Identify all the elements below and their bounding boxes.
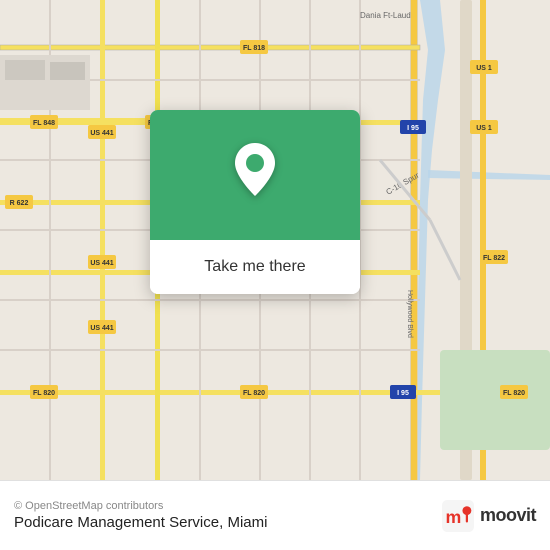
moovit-icon: m	[442, 500, 474, 532]
svg-text:FL 820: FL 820	[503, 390, 525, 397]
bottom-info: © OpenStreetMap contributors Podicare Ma…	[14, 500, 267, 531]
svg-text:R 622: R 622	[10, 200, 29, 207]
take-me-there-button[interactable]: Take me there	[166, 250, 344, 284]
svg-text:FL 820: FL 820	[33, 390, 55, 397]
map-attribution: © OpenStreetMap contributors	[14, 500, 267, 512]
card-map-area	[150, 110, 360, 240]
svg-text:I 95: I 95	[407, 125, 419, 132]
svg-text:Hollywood Blvd: Hollywood Blvd	[406, 290, 413, 338]
svg-text:Dania Ft-Laud: Dania Ft-Laud	[360, 11, 411, 20]
svg-text:US 1: US 1	[476, 125, 492, 132]
svg-text:FL 820: FL 820	[243, 390, 265, 397]
map-container: FL 818 US 441 FL 848 FL 848 I 95 US 1 US…	[0, 0, 550, 480]
moovit-logo: m moovit	[442, 500, 536, 532]
map-pin-icon	[230, 141, 280, 210]
svg-text:US 441: US 441	[90, 260, 113, 267]
svg-text:US 1: US 1	[476, 65, 492, 72]
bottom-bar: © OpenStreetMap contributors Podicare Ma…	[0, 480, 550, 550]
svg-text:FL 818: FL 818	[243, 45, 265, 52]
location-card: Take me there	[150, 110, 360, 294]
svg-text:US 441: US 441	[90, 325, 113, 332]
svg-text:I 95: I 95	[397, 390, 409, 397]
moovit-text: moovit	[480, 505, 536, 526]
svg-text:US 441: US 441	[90, 130, 113, 137]
place-name: Podicare Management Service, Miami	[14, 514, 267, 531]
svg-text:m: m	[446, 507, 462, 527]
svg-text:FL 822: FL 822	[483, 255, 505, 262]
card-button-area: Take me there	[150, 240, 360, 294]
svg-text:FL 848: FL 848	[33, 120, 55, 127]
